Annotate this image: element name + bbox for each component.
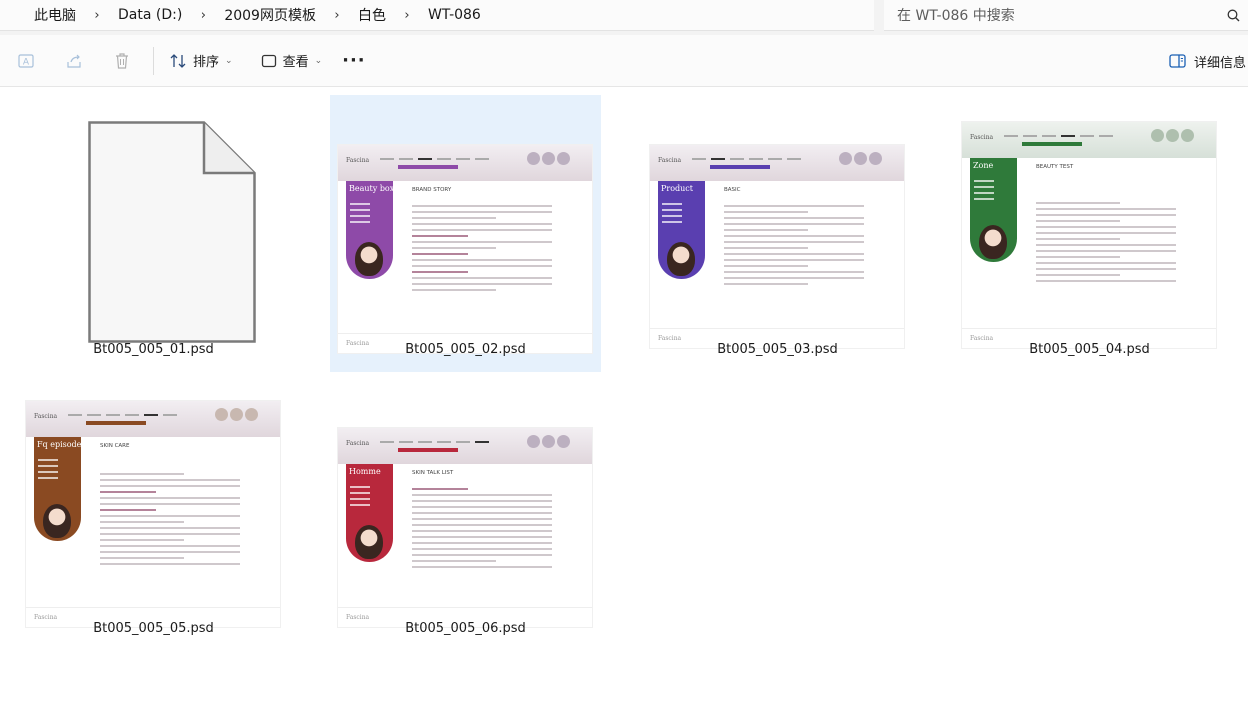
file-thumbnail: Fascina Zone BEAUTY TEST Fascina: [961, 121, 1217, 349]
toolbar-divider: [153, 46, 154, 75]
file-name: Bt005_005_03.psd: [717, 342, 838, 357]
chevron-right-icon[interactable]: ›: [76, 8, 118, 23]
command-bar: A 排序 ⌄ 查看 ⌄ ··· 详细信息: [0, 35, 1248, 87]
search-box[interactable]: 在 WT-086 中搜索: [884, 0, 1248, 31]
chevron-down-icon: ⌄: [314, 55, 323, 66]
file-name: Bt005_005_06.psd: [405, 621, 526, 636]
thumbnail-page-heading: BASIC: [724, 187, 741, 193]
sort-label: 排序: [193, 55, 220, 70]
delete-icon[interactable]: [98, 35, 146, 87]
thumbnail-section-title: Beauty box: [349, 184, 395, 193]
breadcrumb-drive[interactable]: Data (D:): [118, 7, 182, 23]
chevron-down-icon: ⌄: [225, 55, 233, 66]
file-item[interactable]: Fascina Product BASIC Fascina Bt005_005_…: [642, 95, 913, 372]
sort-icon: [170, 53, 186, 68]
file-item[interactable]: Fascina Fq episode SKIN CARE Fascina Bt0…: [18, 374, 289, 651]
file-item[interactable]: Fascina Zone BEAUTY TEST Fascina Bt005_0…: [954, 95, 1225, 372]
details-pane-button[interactable]: 详细信息: [1169, 35, 1246, 87]
thumbnail-section-title: Fq episode: [37, 440, 82, 449]
details-label: 详细信息: [1193, 55, 1246, 71]
breadcrumb-folder-current[interactable]: WT-086: [428, 7, 481, 23]
thumbnail-section-title: Homme: [349, 467, 381, 476]
address-bar-area: 此电脑 › Data (D:) › 2009网页模板 › 白色 › WT-086…: [0, 0, 1248, 35]
thumbnail-section-title: Product: [661, 184, 693, 193]
file-name: Bt005_005_01.psd: [93, 342, 214, 357]
file-item[interactable]: Fascina Homme SKIN TALK LIST Fascina Bt0…: [330, 374, 601, 651]
file-name: Bt005_005_02.psd: [405, 342, 526, 357]
file-icon: [88, 121, 256, 347]
more-options-button[interactable]: ···: [342, 50, 366, 71]
file-grid[interactable]: Bt005_005_01.psd Fascina Beauty box BRAN…: [0, 88, 1248, 711]
chevron-right-icon[interactable]: ›: [182, 8, 224, 23]
search-input[interactable]: 在 WT-086 中搜索: [897, 5, 1218, 25]
share-icon[interactable]: [50, 35, 98, 87]
chevron-right-icon[interactable]: ›: [316, 8, 358, 23]
thumbnail-page-heading: SKIN TALK LIST: [412, 470, 454, 476]
view-button[interactable]: 查看 ⌄: [253, 35, 331, 87]
thumbnail-page-heading: BRAND STORY: [412, 187, 452, 193]
svg-text:A: A: [23, 57, 30, 67]
breadcrumb-this-pc[interactable]: 此电脑: [34, 5, 76, 25]
details-pane-icon: [1169, 54, 1186, 68]
breadcrumb-folder-templates[interactable]: 2009网页模板: [224, 5, 316, 25]
file-name: Bt005_005_04.psd: [1029, 342, 1150, 357]
file-thumbnail: Fascina Fq episode SKIN CARE Fascina: [25, 400, 281, 628]
file-item[interactable]: Bt005_005_01.psd: [18, 95, 289, 372]
breadcrumb[interactable]: 此电脑 › Data (D:) › 2009网页模板 › 白色 › WT-086: [0, 0, 874, 31]
rename-icon[interactable]: A: [2, 35, 50, 87]
view-icon: [261, 54, 276, 67]
file-thumbnail: Fascina Product BASIC Fascina: [649, 144, 905, 349]
file-name: Bt005_005_05.psd: [93, 621, 214, 636]
file-thumbnail: Fascina Homme SKIN TALK LIST Fascina: [337, 427, 593, 628]
breadcrumb-folder-white[interactable]: 白色: [358, 5, 386, 25]
search-icon[interactable]: [1218, 9, 1248, 22]
sort-button[interactable]: 排序 ⌄: [161, 35, 241, 87]
view-label: 查看: [282, 55, 309, 70]
thumbnail-section-title: Zone: [973, 161, 994, 170]
thumbnail-page-heading: BEAUTY TEST: [1036, 164, 1074, 170]
thumbnail-page-heading: SKIN CARE: [100, 443, 130, 449]
file-thumbnail: Fascina Beauty box BRAND STORY Fascina: [337, 144, 593, 354]
file-item[interactable]: Fascina Beauty box BRAND STORY Fascina B…: [330, 95, 601, 372]
chevron-right-icon[interactable]: ›: [386, 8, 428, 23]
